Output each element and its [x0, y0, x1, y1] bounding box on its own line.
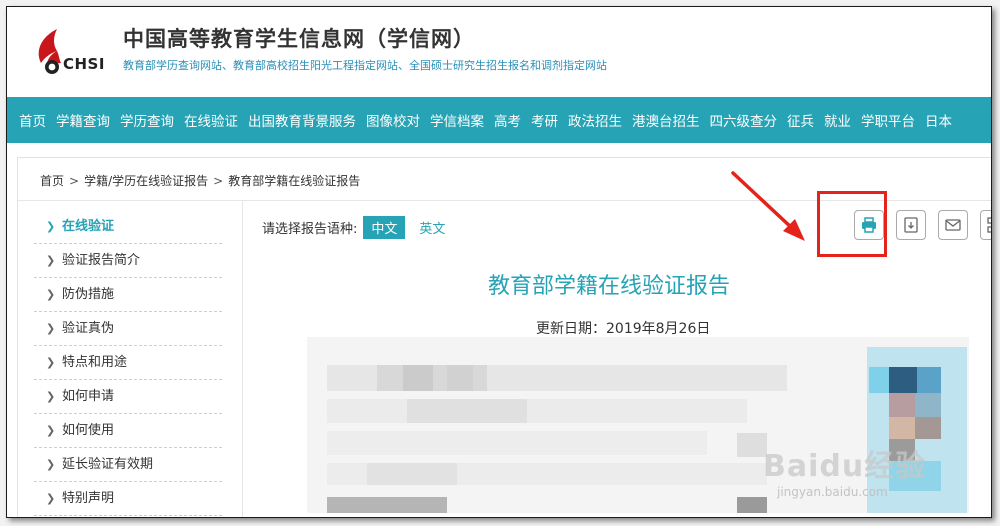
nav-home[interactable]: 首页	[19, 110, 46, 130]
mail-icon	[945, 219, 961, 231]
sidebar-item-statement[interactable]: ❯ 特别声明	[34, 482, 222, 516]
sidebar-item-label: 验证报告简介	[62, 253, 141, 268]
chevron-right-icon: ❯	[46, 288, 56, 301]
language-selector: 请选择报告语种: 中文 英文	[262, 216, 453, 239]
divider	[242, 201, 243, 517]
language-english-button[interactable]: 英文	[411, 216, 453, 239]
nav-gaokao[interactable]: 高考	[494, 110, 521, 130]
nav-conscription[interactable]: 征兵	[787, 110, 814, 130]
site-title: 中国高等教育学生信息网（学信网）	[123, 27, 475, 51]
main-nav: 首页 学籍查询 学历查询 在线验证 出国教育背景服务 图像校对 学信档案 高考 …	[7, 97, 991, 143]
logo-text: CHSI	[63, 55, 105, 73]
mail-button[interactable]	[938, 210, 968, 240]
breadcrumb-current: 教育部学籍在线验证报告	[228, 174, 361, 188]
breadcrumb-verify-report[interactable]: 学籍/学历在线验证报告	[84, 174, 208, 188]
chevron-right-icon: ❯	[46, 254, 56, 267]
sidebar-item-report-intro[interactable]: ❯ 验证报告简介	[34, 244, 222, 278]
sidebar-item-label: 特别声明	[62, 491, 115, 506]
chevron-right-icon: ❯	[46, 458, 56, 471]
sidebar-item-extend-validity[interactable]: ❯ 延长验证有效期	[34, 448, 222, 482]
sidebar-item-how-apply[interactable]: ❯ 如何申请	[34, 380, 222, 414]
sidebar-item-label: 验证真伪	[62, 321, 115, 336]
language-label: 请选择报告语种:	[262, 222, 358, 237]
sidebar-item-verify-authenticity[interactable]: ❯ 验证真伪	[34, 312, 222, 346]
sidebar-item-label: 延长验证有效期	[62, 457, 154, 472]
update-date: 更新日期：2019年8月26日	[536, 321, 711, 337]
sidebar-item-label: 如何使用	[62, 423, 115, 438]
nav-enrollment-query[interactable]: 学籍查询	[56, 110, 110, 130]
save-button[interactable]	[896, 210, 926, 240]
nav-overseas-background[interactable]: 出国教育背景服务	[248, 110, 356, 130]
annotation-highlight-box	[817, 191, 887, 257]
chevron-right-icon: ❯	[46, 390, 56, 403]
sidebar-item-features[interactable]: ❯ 特点和用途	[34, 346, 222, 380]
chevron-right-icon: ❯	[46, 356, 56, 369]
language-chinese-button[interactable]: 中文	[363, 216, 406, 239]
sidebar-item-label: 如何申请	[62, 389, 115, 404]
nav-japan[interactable]: 日本	[925, 110, 952, 130]
chevron-right-icon: ❯	[46, 322, 56, 335]
chevron-right-icon: ❯	[46, 424, 56, 437]
nav-cet-score[interactable]: 四六级查分	[710, 110, 778, 130]
sidebar-item-label: 防伪措施	[62, 287, 115, 302]
browser-frame: CHSI 中国高等教育学生信息网（学信网） 教育部学历查询网站、教育部高校招生阳…	[6, 6, 992, 518]
nav-kaoyan[interactable]: 考研	[531, 110, 558, 130]
chevron-right-icon: ❯	[46, 492, 56, 505]
watermark-sub: jingyan.baidu.com	[777, 485, 888, 499]
chsi-logo	[38, 29, 61, 74]
nav-hk-macau-taiwan[interactable]: 港澳台招生	[632, 110, 700, 130]
sidebar-item-how-use[interactable]: ❯ 如何使用	[34, 414, 222, 448]
watermark-main: Baidu经验	[763, 449, 927, 484]
sidebar-item-label: 在线验证	[62, 219, 115, 234]
nav-employment[interactable]: 就业	[824, 110, 851, 130]
nav-degree-query[interactable]: 学历查询	[120, 110, 174, 130]
nav-image-check[interactable]: 图像校对	[366, 110, 420, 130]
breadcrumb-home[interactable]: 首页	[40, 174, 64, 188]
site-subtitle: 教育部学历查询网站、教育部高校招生阳光工程指定网站、全国硕士研究生招生报名和调剂…	[123, 59, 607, 72]
report-title: 教育部学籍在线验证报告	[488, 274, 731, 299]
breadcrumb-separator: >	[213, 174, 224, 188]
nav-career-platform[interactable]: 学职平台	[861, 110, 915, 130]
save-icon	[904, 217, 918, 233]
qrcode-button[interactable]	[980, 210, 991, 240]
sidebar-item-label: 特点和用途	[62, 355, 128, 370]
sidebar-item-online-verify[interactable]: ❯ 在线验证	[34, 210, 222, 244]
breadcrumb-separator: >	[69, 174, 80, 188]
nav-online-verify[interactable]: 在线验证	[184, 110, 238, 130]
qrcode-icon	[987, 217, 991, 233]
chevron-right-icon: ❯	[46, 220, 56, 233]
breadcrumb: 首页 > 学籍/学历在线验证报告 > 教育部学籍在线验证报告	[40, 172, 360, 189]
nav-student-archive[interactable]: 学信档案	[430, 110, 484, 130]
site-header: CHSI 中国高等教育学生信息网（学信网） 教育部学历查询网站、教育部高校招生阳…	[7, 7, 991, 97]
sidebar: ❯ 在线验证 ❯ 验证报告简介 ❯ 防伪措施 ❯ 验证真伪 ❯ 特点和用途 ❯ 如何申请 ❯…	[34, 210, 222, 516]
baidu-watermark: Baidu经验 jingyan.baidu.com	[763, 441, 926, 499]
nav-law-admission[interactable]: 政法招生	[568, 110, 622, 130]
sidebar-item-anti-fake[interactable]: ❯ 防伪措施	[34, 278, 222, 312]
